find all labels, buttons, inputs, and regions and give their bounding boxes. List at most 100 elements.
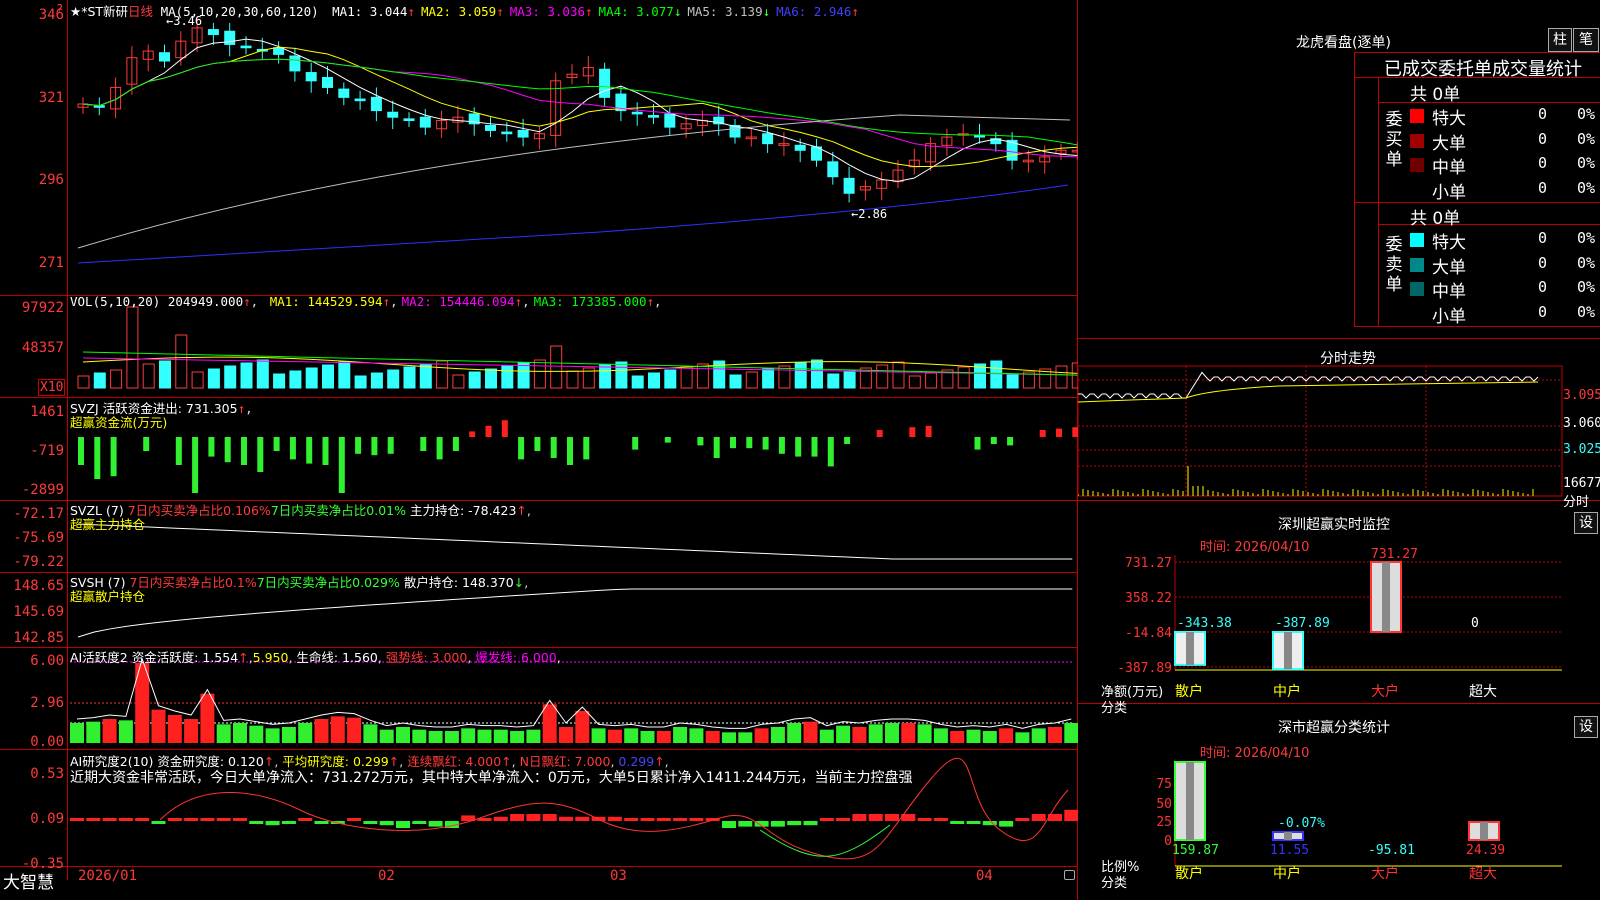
research-bar (184, 818, 199, 821)
lock-icon[interactable] (1064, 870, 1075, 880)
period-label[interactable]: 日线 (128, 4, 153, 19)
research-bar (607, 816, 622, 821)
monitor-category: 中户 (1273, 683, 1301, 700)
monitor-category: 大户 (1371, 683, 1399, 700)
class-ytick: 25 (1156, 815, 1172, 830)
volume-bar (289, 370, 302, 389)
monitor-value-label: -387.89 (1275, 616, 1330, 631)
ai2-comment: 近期大资金非常活跃，今日大单净流入：731.272万元，其中特大单净流入：0万元… (70, 770, 913, 786)
activity-bar (200, 693, 215, 743)
volume-bar (762, 368, 775, 389)
flow-bar (420, 437, 427, 451)
monitor-value-label: 731.27 (1371, 547, 1418, 562)
flow-bar (713, 437, 720, 458)
candle-body (338, 88, 350, 98)
kline-ytick: 271 (38, 255, 64, 271)
volume-bar (876, 364, 889, 389)
candle-body (322, 77, 333, 88)
svsh-ytick: 145.69 (13, 604, 64, 620)
order-color-swatch (1410, 257, 1424, 272)
candle-body (517, 129, 529, 138)
bar-mode-button[interactable]: 柱 (1548, 28, 1572, 52)
vol-header: VOL(5,10,20) 204949.000↑, MA1: 144529.59… (70, 294, 662, 309)
activity-bar (689, 728, 704, 743)
research-bar (428, 821, 443, 827)
stock-name[interactable]: ★*ST新研 (70, 4, 128, 19)
ma-arrow: ↑ (496, 4, 504, 19)
svzl-p2: 7日内买卖净占比0.01% (270, 503, 406, 518)
sell-total: 共 0单 (1410, 209, 1461, 229)
class-category: 超大 (1469, 866, 1497, 882)
flow-bar (208, 437, 215, 457)
candle-body (240, 45, 252, 49)
volume-bar (631, 375, 644, 389)
svsh-p3: 散户持仓: 148.370 (403, 575, 514, 590)
research-bar (689, 818, 704, 821)
right-panel-svg: 731.27358.22-14.84-387.89-343.38散户-387.8… (1078, 52, 1600, 882)
vol-ma-arrow: ↑ (382, 294, 391, 309)
research-bar (885, 814, 899, 821)
order-count: 0 (1538, 302, 1548, 321)
volume-bar (452, 374, 465, 389)
class-extra-label: -0.07% (1278, 816, 1325, 831)
holding-line (77, 523, 1073, 560)
research-bar (852, 814, 867, 821)
order-count: 0 (1538, 229, 1548, 247)
vol-ma-arrow: ↑ (514, 294, 523, 309)
activity-bar (803, 721, 818, 743)
activity-bar (933, 728, 948, 743)
order-color-swatch (1410, 133, 1424, 148)
monitor-category: 散户 (1175, 683, 1203, 700)
svsh-subtitle: 超赢散户持仓 (70, 589, 146, 604)
sz-monitor-settings-button[interactable]: 设 (1574, 512, 1598, 534)
vol-value: 204949.000 (167, 294, 244, 309)
flow-bar (306, 437, 313, 464)
research-bar (673, 818, 688, 821)
activity-bar (281, 727, 296, 743)
flow-bar (730, 437, 736, 449)
candle-body (387, 111, 399, 118)
intraday-voltick: 16677 (1563, 476, 1600, 491)
ai2-ytick: 0.53 (30, 766, 64, 782)
activity-bar (754, 728, 769, 743)
sz-class-settings-button[interactable]: 设 (1574, 716, 1598, 738)
activity-bar (493, 729, 508, 743)
flow-bar (94, 437, 101, 479)
activity-bar (656, 731, 671, 743)
volume-bar (305, 367, 318, 389)
ma-arrow: ↑ (851, 4, 859, 19)
activity-bar (1015, 732, 1030, 743)
pen-mode-button[interactable]: 笔 (1573, 28, 1599, 52)
class-ytick: 50 (1156, 797, 1172, 812)
class-bar-shade (1480, 822, 1488, 840)
order-type-label: 特大 (1432, 109, 1466, 129)
activity-bar (379, 729, 394, 743)
research-bar (86, 818, 101, 821)
question-mark[interactable]: ? (56, 2, 63, 16)
research-bar (1031, 814, 1046, 821)
volume-bar (142, 363, 155, 389)
research-bar (102, 818, 117, 821)
vol-ma-value: MA1: 144529.594 (269, 294, 383, 309)
order-type-label: 特大 (1432, 233, 1466, 253)
flow-bar (762, 437, 769, 450)
flow-bar (550, 437, 557, 458)
volume-bar (338, 361, 351, 389)
activity-bar (770, 727, 785, 743)
order-type-label: 小单 (1432, 306, 1466, 327)
research-bar (868, 814, 883, 821)
volume-bar (387, 369, 400, 389)
research-bar (738, 821, 753, 827)
monitor-value-label: 0 (1471, 616, 1479, 631)
ai1-p4: 强势线: 3.000 (385, 650, 468, 665)
flow-bar (192, 437, 199, 493)
brand-logo[interactable]: 大智慧 (3, 868, 54, 893)
flow-bar (534, 437, 541, 451)
svzl-p3: 主力持仓: -78.423 (409, 503, 517, 518)
research-bar (151, 821, 166, 824)
volume-bar (354, 375, 367, 389)
activity-bar (428, 731, 443, 743)
research-bar (216, 818, 231, 821)
ma-value: MA2: 3.059 (420, 4, 497, 19)
activity-bar (917, 724, 932, 743)
